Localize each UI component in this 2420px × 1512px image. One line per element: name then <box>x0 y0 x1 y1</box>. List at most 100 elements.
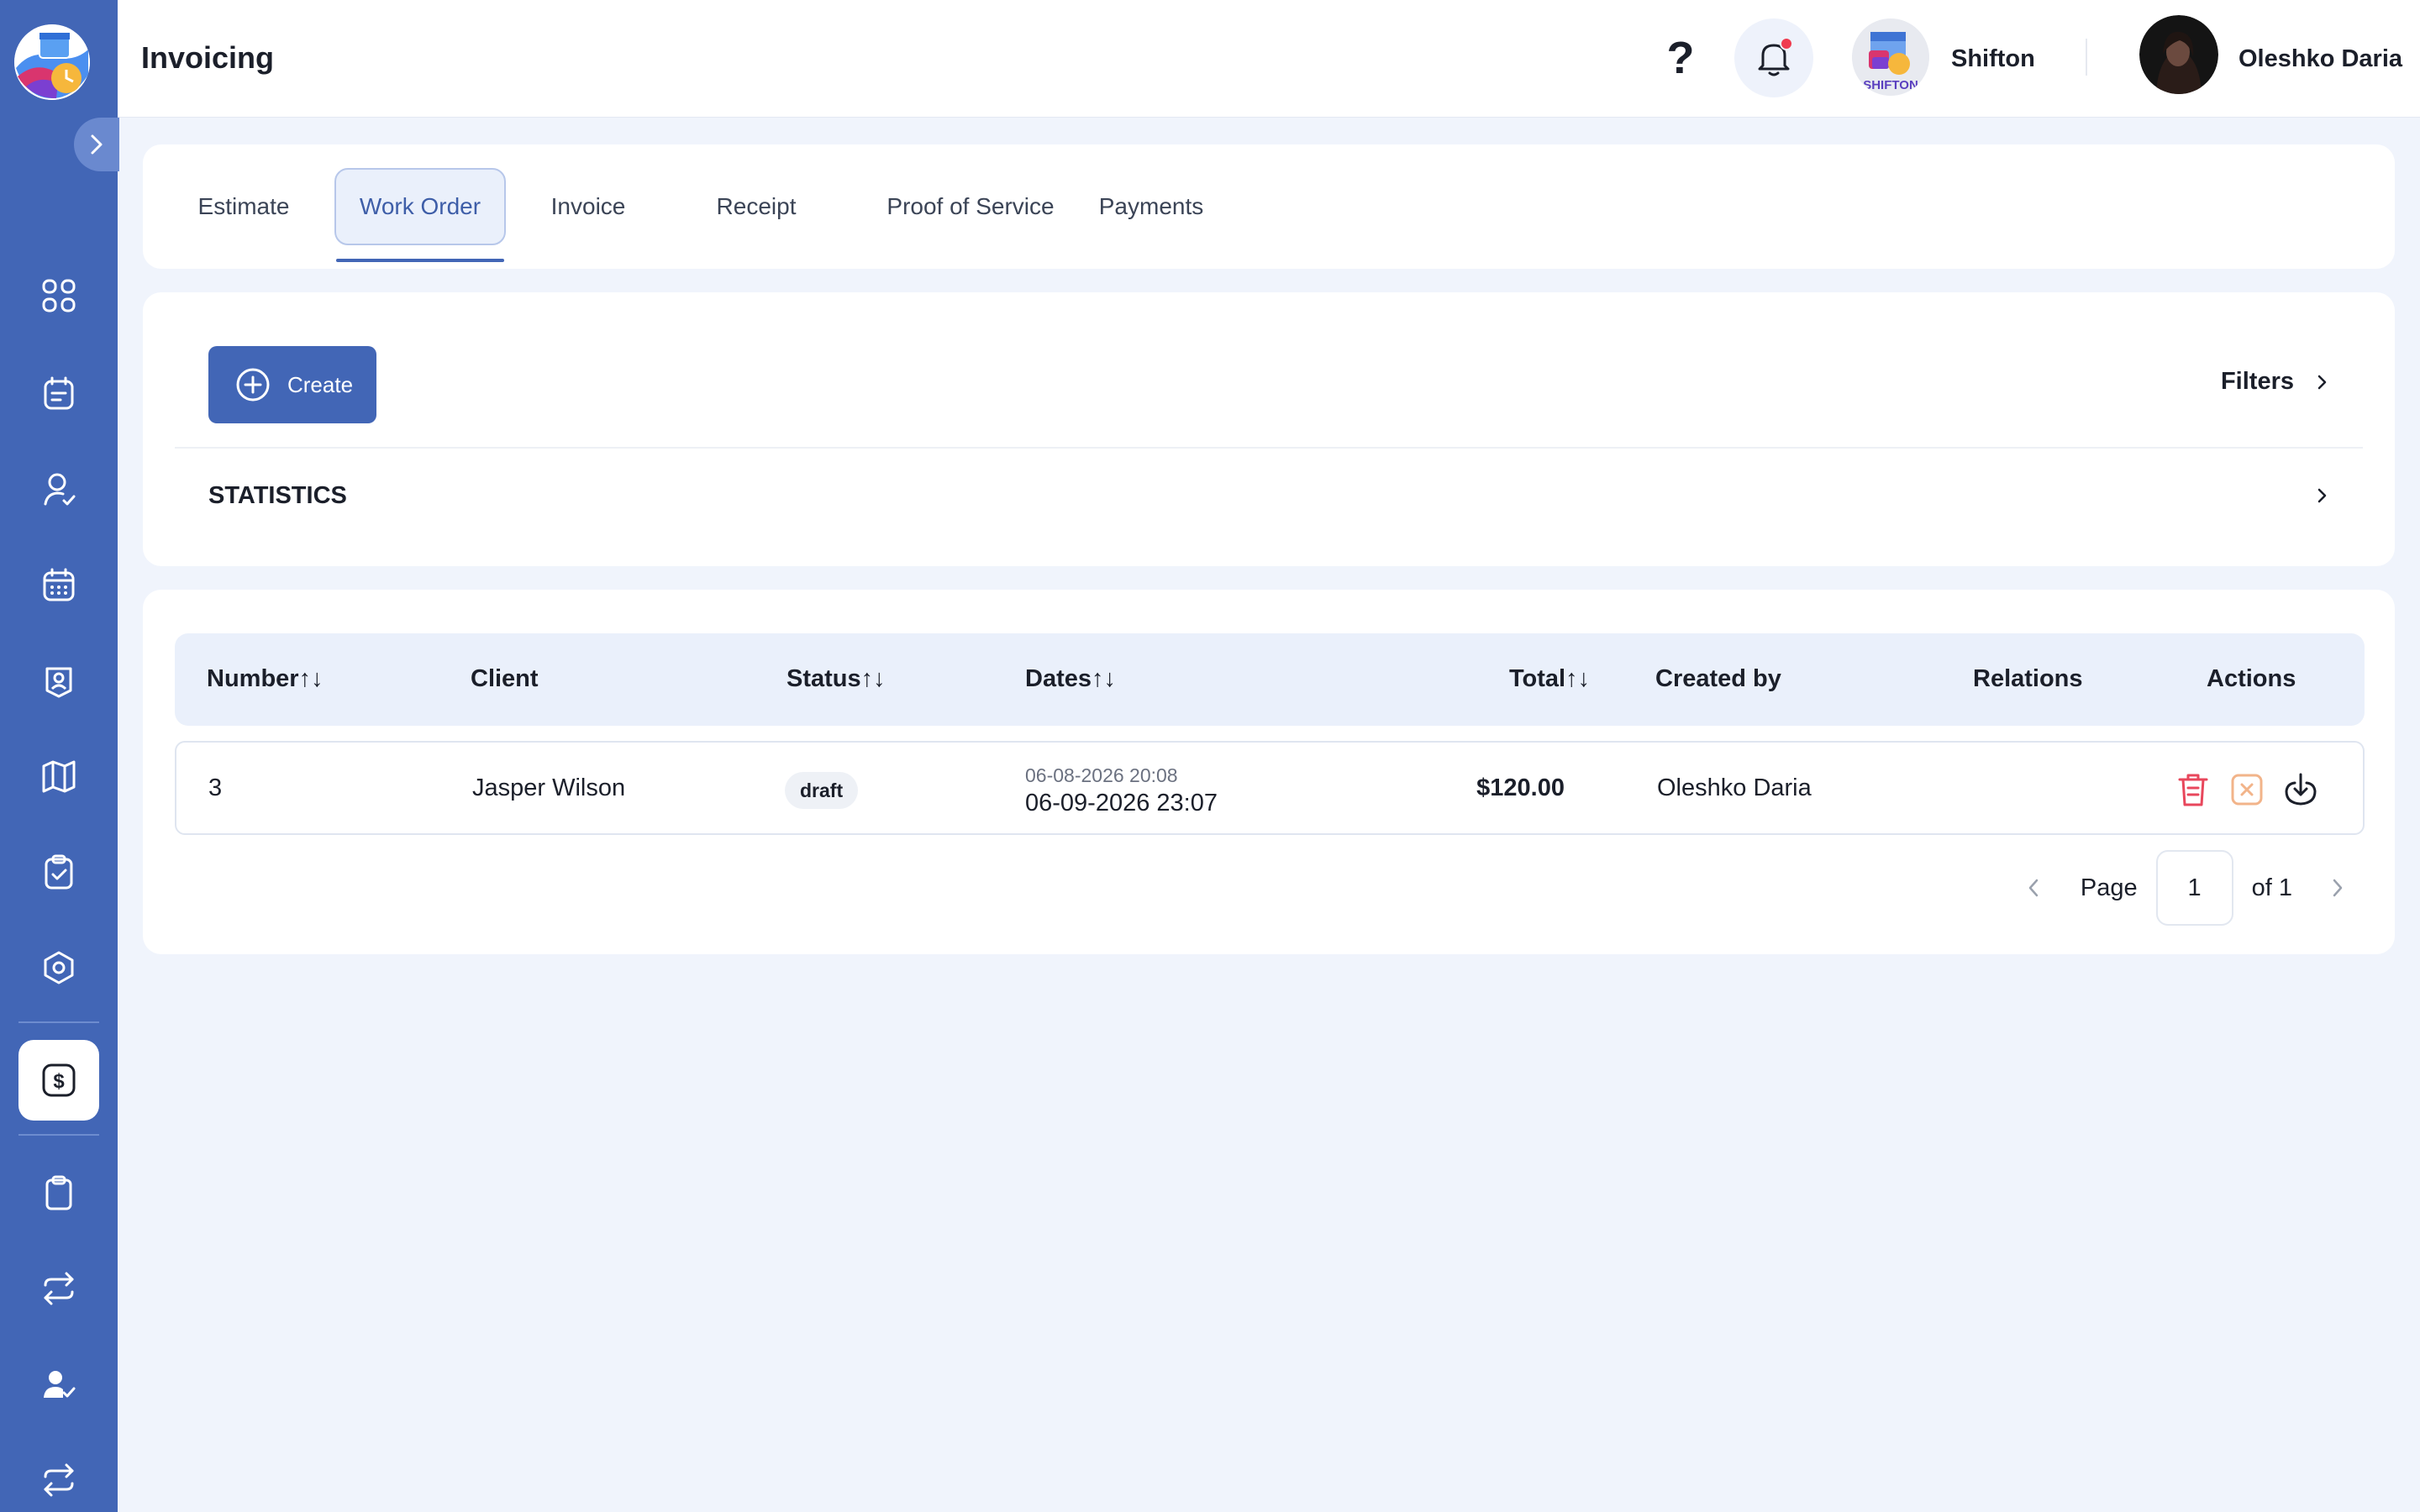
user-approve-icon <box>44 1371 76 1398</box>
tab-payments[interactable]: Payments <box>1084 168 1218 245</box>
cell-client: Jasper Wilson <box>472 774 626 801</box>
sort-arrows-icon: ↑↓ <box>298 665 324 692</box>
chevron-right-icon <box>2333 879 2343 897</box>
column-status[interactable]: Status↑↓ <box>786 665 886 693</box>
sidebar-item-map[interactable] <box>34 751 84 801</box>
company-avatar[interactable]: SHIFTON <box>1852 18 1929 96</box>
clipboard-icon <box>45 1175 72 1210</box>
company-name[interactable]: Shifton <box>1951 45 2035 73</box>
sidebar: $ <box>0 0 119 1512</box>
notifications-button[interactable] <box>1734 18 1813 97</box>
sidebar-item-settings[interactable] <box>34 942 84 993</box>
notification-dot <box>1780 37 1793 50</box>
tab-proof-of-service[interactable]: Proof of Service <box>857 168 1084 245</box>
previous-page-button[interactable] <box>2010 864 2057 911</box>
sidebar-item-schedule[interactable] <box>34 559 84 610</box>
table-row[interactable]: 3 Jasper Wilson draft 06-08-2026 20:08 0… <box>175 741 2365 835</box>
create-button[interactable]: Create <box>208 346 376 423</box>
map-icon <box>42 760 76 793</box>
sidebar-item-tasks[interactable] <box>34 368 84 418</box>
tab-receipt[interactable]: Receipt <box>697 168 815 245</box>
chevron-left-icon <box>2028 879 2039 897</box>
download-button[interactable] <box>2279 768 2323 811</box>
tab-estimate[interactable]: Estimate <box>185 168 302 245</box>
help-button[interactable]: ? <box>1655 30 1706 86</box>
repeat-icon <box>44 1463 74 1497</box>
column-dates[interactable]: Dates↑↓ <box>1025 665 1116 693</box>
statistics-label: STATISTICS <box>208 482 347 509</box>
header-divider <box>2086 39 2087 76</box>
tab-invoice[interactable]: Invoice <box>529 168 647 245</box>
create-button-label: Create <box>287 371 354 397</box>
chevron-right-icon <box>2317 488 2327 503</box>
filters-toggle[interactable]: Filters <box>2221 368 2329 396</box>
column-relations: Relations <box>1973 665 2083 692</box>
user-avatar[interactable] <box>2139 15 2218 94</box>
work-orders-table: Number↑↓ Client Status↑↓ Dates↑↓ Total↑↓… <box>143 590 2395 954</box>
sidebar-item-invoicing[interactable]: $ <box>18 1040 99 1121</box>
column-client: Client <box>471 665 539 692</box>
svg-text:$: $ <box>53 1070 65 1093</box>
sort-arrows-icon: ↑↓ <box>1565 665 1591 692</box>
sidebar-item-employees[interactable] <box>34 464 84 514</box>
clipboard-check-icon <box>45 854 73 890</box>
chevron-right-icon <box>91 134 103 155</box>
top-header: Invoicing ? SHIFTON Shifton Oleshko Dari… <box>118 0 2420 118</box>
id-badge-icon <box>45 667 72 698</box>
user-check-icon <box>44 473 76 506</box>
chevron-right-icon <box>2317 375 2327 389</box>
cell-created-by: Oleshko Daria <box>1657 774 1812 801</box>
column-number[interactable]: Number↑↓ <box>207 665 324 693</box>
column-created-by: Created by <box>1655 665 1781 692</box>
page-label: Page <box>2080 874 2138 901</box>
sidebar-item-dashboard[interactable] <box>34 270 84 321</box>
page-total: of 1 <box>2251 874 2292 901</box>
sidebar-item-approvals[interactable] <box>34 1359 84 1410</box>
controls-panel: Create Filters STATISTICS <box>143 292 2395 566</box>
page-title: Invoicing <box>141 40 275 75</box>
svg-text:SHIFTON: SHIFTON <box>1863 78 1918 92</box>
filters-label: Filters <box>2220 368 2294 395</box>
sidebar-item-reports[interactable] <box>34 1168 84 1218</box>
repeat-icon <box>44 1272 74 1305</box>
hexagon-settings-icon <box>44 951 74 984</box>
sort-arrows-icon: ↑↓ <box>1092 665 1116 692</box>
sort-arrows-icon: ↑↓ <box>860 665 886 692</box>
status-badge: draft <box>785 772 859 809</box>
tab-work-order[interactable]: Work Order <box>334 168 506 245</box>
cell-date-end: 06-09-2026 23:07 <box>1025 790 1218 816</box>
sidebar-item-exchange[interactable] <box>34 1263 84 1314</box>
calendar-icon <box>43 568 75 601</box>
next-page-button[interactable] <box>2314 864 2361 911</box>
active-tab-indicator <box>336 259 504 262</box>
download-icon <box>2285 773 2317 806</box>
sidebar-divider <box>18 1021 99 1023</box>
cell-date-start: 06-08-2026 20:08 <box>1025 764 1178 786</box>
app-logo[interactable] <box>14 24 90 100</box>
table-header: Number↑↓ Client Status↑↓ Dates↑↓ Total↑↓… <box>175 633 2365 726</box>
cell-number: 3 <box>208 774 223 801</box>
cancel-button[interactable] <box>2225 768 2269 811</box>
sidebar-divider <box>18 1134 99 1136</box>
statistics-toggle[interactable]: STATISTICS <box>175 449 2363 541</box>
document-type-tabs: Estimate Work Order Invoice Receipt Proo… <box>143 144 2395 269</box>
column-actions: Actions <box>2207 665 2296 692</box>
pagination: Page 1 of 1 <box>2010 850 2361 926</box>
page-number-input[interactable]: 1 <box>2155 850 2233 926</box>
sidebar-item-checklists[interactable] <box>34 847 84 897</box>
notes-icon <box>44 376 74 410</box>
company-logo: SHIFTON <box>1852 18 1929 96</box>
user-photo <box>2139 15 2218 94</box>
user-name[interactable]: Oleshko Daria <box>2238 45 2402 73</box>
sidebar-expand-button[interactable] <box>74 118 119 171</box>
plus-circle-icon <box>236 368 270 402</box>
trash-icon <box>2178 774 2208 806</box>
column-total[interactable]: Total↑↓ <box>1509 665 1590 693</box>
dollar-square-icon: $ <box>42 1063 76 1097</box>
grid-icon <box>42 279 76 312</box>
close-square-icon <box>2231 774 2263 806</box>
cell-total: $120.00 <box>1476 774 1565 801</box>
sidebar-item-badges[interactable] <box>34 655 84 706</box>
delete-button[interactable] <box>2171 768 2215 811</box>
sidebar-item-sync[interactable] <box>34 1455 84 1505</box>
